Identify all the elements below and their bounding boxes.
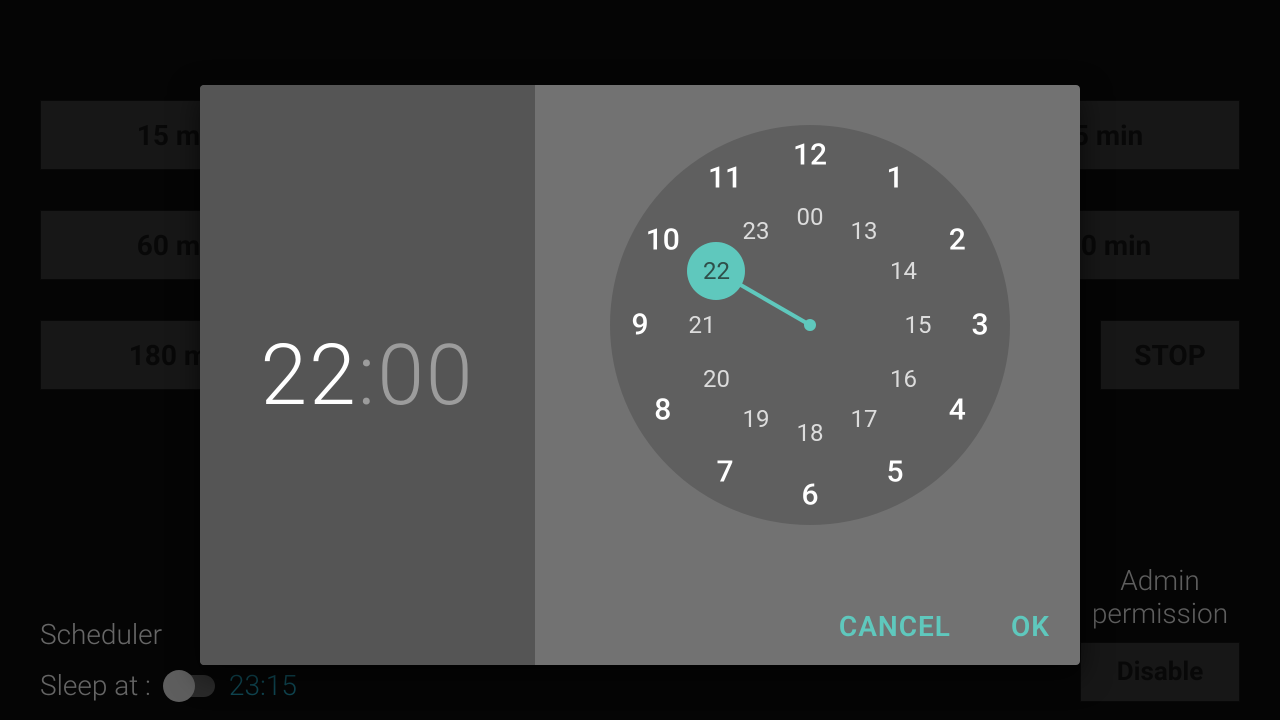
clock-center-dot [804, 319, 816, 331]
hour-14[interactable]: 14 [890, 257, 917, 285]
hour-21[interactable]: 21 [689, 311, 716, 339]
time-colon: : [358, 326, 378, 425]
hour-6[interactable]: 6 [801, 478, 818, 513]
hour-7[interactable]: 7 [716, 455, 733, 490]
time-display-panel: 22:00 [200, 85, 535, 665]
ok-button[interactable]: OK [1011, 610, 1050, 643]
hour-1[interactable]: 1 [886, 160, 903, 195]
clock-face[interactable]: 1212345678910110013141516171819202122232… [610, 125, 1010, 525]
hour-5[interactable]: 5 [886, 455, 903, 490]
selected-hour-indicator[interactable]: 22 [687, 242, 745, 300]
hour-3[interactable]: 3 [971, 308, 988, 343]
hour-00[interactable]: 00 [797, 203, 824, 231]
hour-8[interactable]: 8 [654, 393, 671, 428]
hour-11[interactable]: 11 [708, 160, 742, 195]
hour-18[interactable]: 18 [797, 419, 824, 447]
hour-12[interactable]: 12 [793, 138, 827, 173]
selected-hour-display[interactable]: 22 [260, 326, 357, 425]
time-picker-dialog: 22:00 1212345678910110013141516171819202… [200, 85, 1080, 665]
hour-10[interactable]: 10 [646, 223, 680, 258]
clock-panel: 1212345678910110013141516171819202122232… [535, 85, 1080, 665]
hour-9[interactable]: 9 [631, 308, 648, 343]
hour-16[interactable]: 16 [890, 365, 917, 393]
hour-19[interactable]: 19 [743, 405, 770, 433]
hour-2[interactable]: 2 [949, 223, 966, 258]
hour-13[interactable]: 13 [851, 217, 878, 245]
cancel-button[interactable]: CANCEL [839, 610, 951, 643]
hour-23[interactable]: 23 [743, 217, 770, 245]
hour-15[interactable]: 15 [905, 311, 932, 339]
hour-17[interactable]: 17 [851, 405, 878, 433]
hour-20[interactable]: 20 [703, 365, 730, 393]
selected-minute-display[interactable]: 00 [377, 326, 474, 425]
hour-4[interactable]: 4 [949, 393, 966, 428]
